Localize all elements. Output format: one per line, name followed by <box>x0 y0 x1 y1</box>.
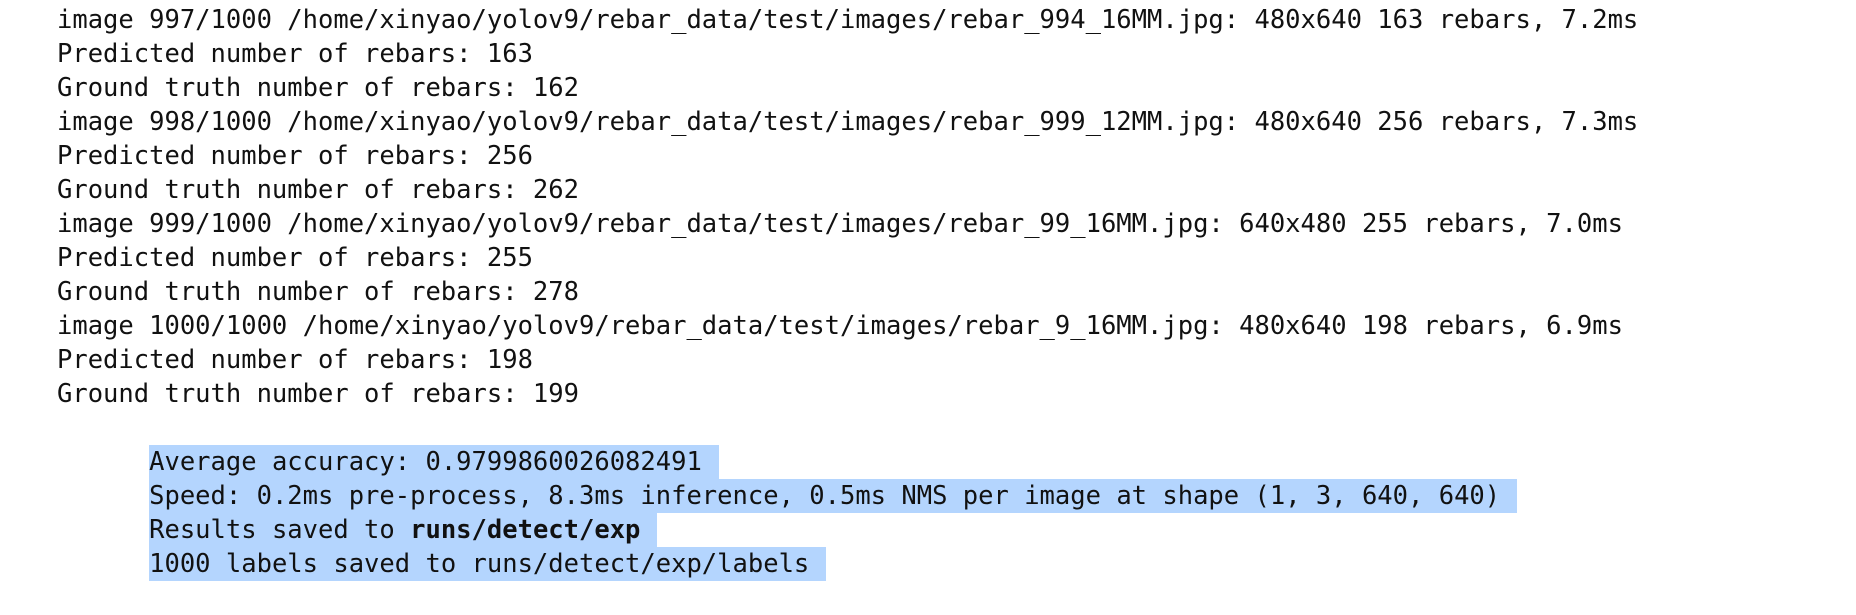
selection-accuracy: Average accuracy: 0.9799860026082491 <box>149 445 719 479</box>
log-line-predicted-998: Predicted number of rebars: 256 <box>57 141 533 171</box>
log-line-ground-truth-1000: Ground truth number of rebars: 199 <box>57 379 579 409</box>
log-line-image-999: image 999/1000 /home/xinyao/yolov9/rebar… <box>57 209 1623 239</box>
selection-labels: 1000 labels saved to runs/detect/exp/lab… <box>149 547 827 581</box>
log-line-image-1000: image 1000/1000 /home/xinyao/yolov9/reba… <box>57 311 1623 341</box>
selection-speed: Speed: 0.2ms pre-process, 8.3ms inferenc… <box>149 479 1518 513</box>
selection-results: Results saved to runs/detect/exp <box>149 513 658 547</box>
log-line-predicted-1000: Predicted number of rebars: 198 <box>57 345 533 375</box>
selected-line-accuracy: Average accuracy: 0.9799860026082491 <box>57 411 1638 479</box>
log-line-predicted-997: Predicted number of rebars: 163 <box>57 39 533 69</box>
log-line-image-998: image 998/1000 /home/xinyao/yolov9/rebar… <box>57 107 1639 137</box>
results-path: runs/detect/exp <box>410 515 641 545</box>
results-saved-label: Results saved to <box>149 515 411 545</box>
log-line-ground-truth-998: Ground truth number of rebars: 262 <box>57 175 579 205</box>
log-line-ground-truth-999: Ground truth number of rebars: 278 <box>57 277 579 307</box>
terminal-output[interactable]: image 997/1000 /home/xinyao/yolov9/rebar… <box>57 3 1639 581</box>
log-line-ground-truth-997: Ground truth number of rebars: 162 <box>57 73 579 103</box>
log-line-predicted-999: Predicted number of rebars: 255 <box>57 243 533 273</box>
log-line-image-997: image 997/1000 /home/xinyao/yolov9/rebar… <box>57 5 1639 35</box>
terminal-window[interactable]: image 997/1000 /home/xinyao/yolov9/rebar… <box>0 0 1856 581</box>
